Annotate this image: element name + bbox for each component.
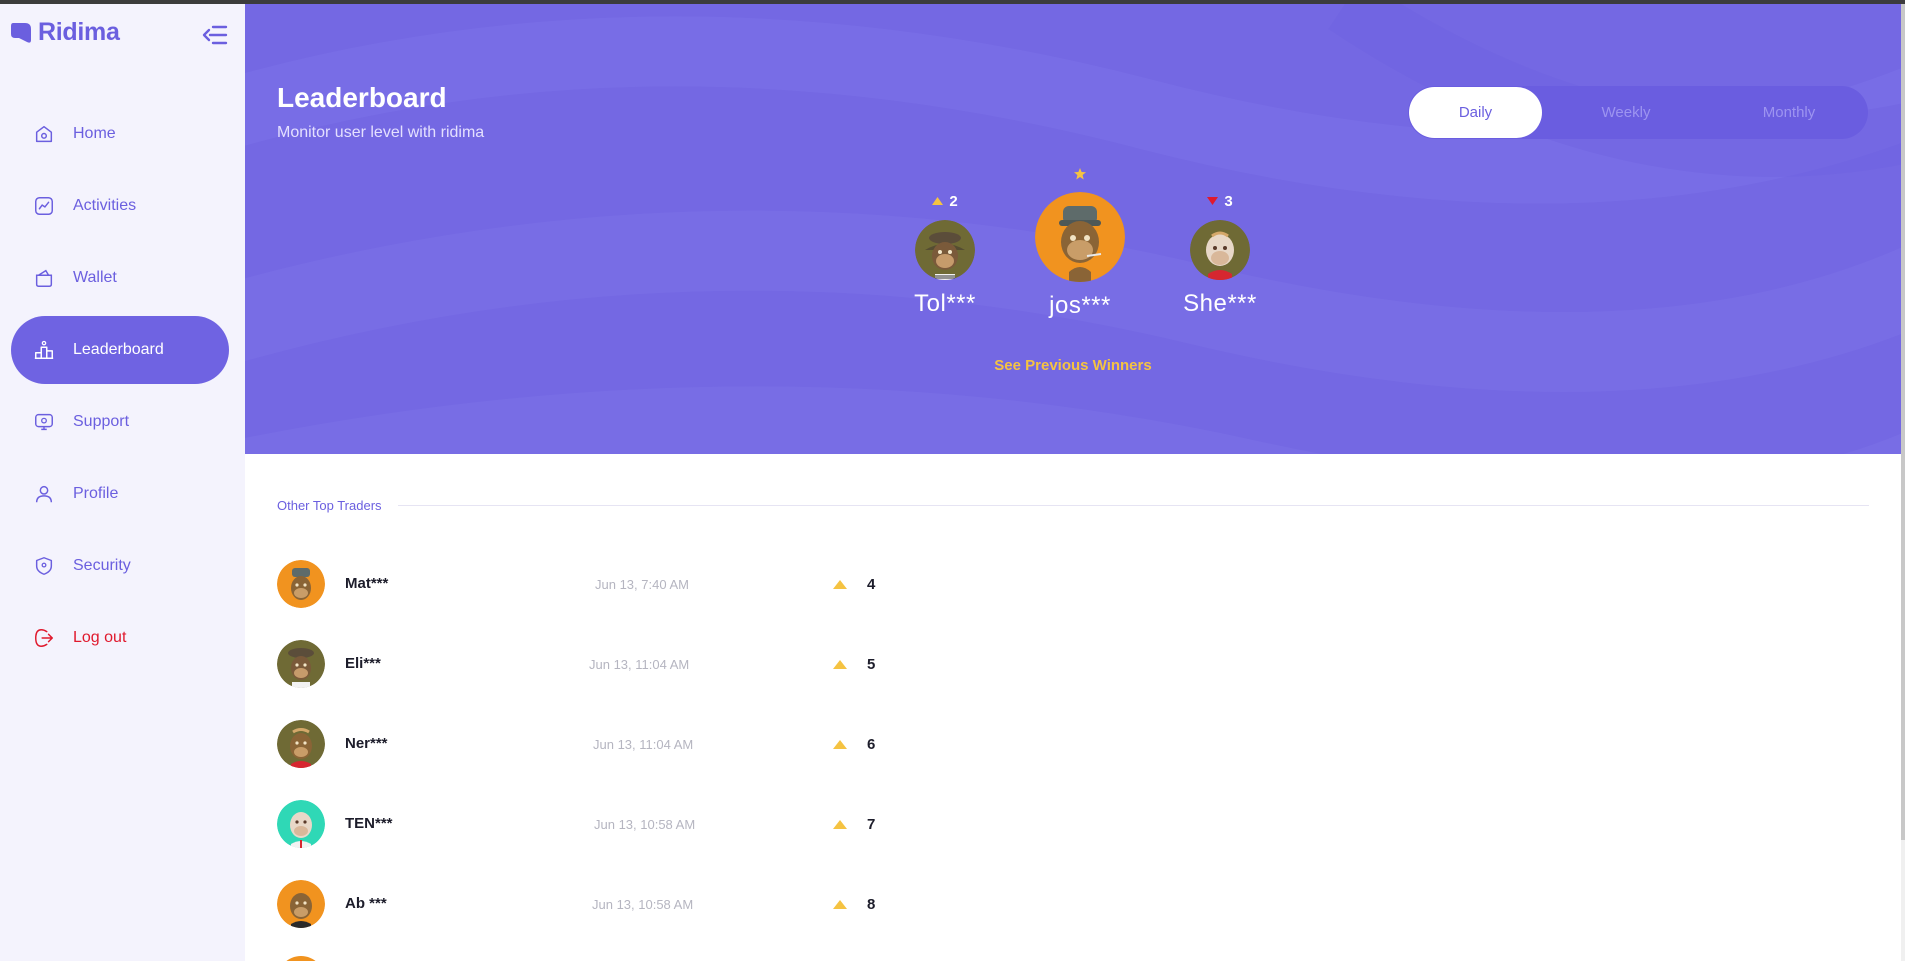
section-title: Other Top Traders — [277, 498, 382, 513]
tab-daily[interactable]: Daily — [1409, 87, 1542, 138]
trader-rank: 5 — [867, 656, 876, 673]
sidebar-nav: Home Activities Wallet Leaderboard Suppo… — [11, 100, 229, 676]
page-title: Leaderboard — [277, 82, 447, 113]
trend-up-icon — [833, 900, 847, 909]
user-icon — [35, 485, 53, 503]
period-toggle: Daily Weekly Monthly — [1408, 86, 1868, 139]
avatar — [277, 880, 325, 928]
app-logo[interactable]: Ridima — [10, 18, 120, 47]
trader-name: Ab *** — [345, 895, 387, 912]
podium-rank: 3 — [1224, 192, 1233, 210]
sidebar-item-security[interactable]: Security — [11, 532, 229, 600]
sidebar-item-label: Security — [73, 557, 131, 574]
page-subtitle: Monitor user level with ridima — [277, 124, 485, 141]
main-content: Leaderboard Monitor user level with ridi… — [245, 4, 1901, 961]
trader-time: Jun 13, 11:04 AM — [589, 657, 690, 672]
avatar — [277, 640, 325, 688]
podium-name: She*** — [1183, 290, 1257, 317]
trader-time: Jun 13, 11:04 AM — [593, 737, 694, 752]
rank-indicator: 2 — [885, 192, 1005, 210]
podium-name: jos*** — [1049, 292, 1111, 319]
trend-up-icon — [932, 197, 944, 205]
trader-time: Jun 13, 10:58 AM — [594, 817, 696, 832]
trader-name: Mat*** — [345, 575, 389, 592]
podium-name: Tol*** — [914, 290, 976, 317]
trend-down-icon — [1207, 197, 1219, 205]
sidebar-item-activities[interactable]: Activities — [11, 172, 229, 240]
table-row[interactable]: Mat*** Jun 13, 7:40 AM 4 — [277, 560, 977, 610]
see-previous-winners-link[interactable]: See Previous Winners — [245, 357, 1901, 374]
avatar — [277, 720, 325, 768]
crown-star-icon — [1074, 168, 1086, 180]
collapse-sidebar-icon[interactable] — [201, 20, 229, 50]
sidebar-item-label: Home — [73, 125, 116, 142]
podium-icon — [34, 340, 54, 359]
support-icon — [35, 413, 53, 431]
logout-icon — [35, 629, 53, 647]
avatar — [915, 220, 975, 280]
trader-time: Jun 13, 7:40 AM — [595, 577, 689, 592]
home-icon — [35, 125, 53, 143]
podium-second[interactable]: 2 Tol*** — [885, 192, 1005, 318]
avatar — [1190, 220, 1250, 280]
trader-name: Ner*** — [345, 735, 388, 752]
sidebar-item-support[interactable]: Support — [11, 388, 229, 456]
tab-monthly[interactable]: Monthly — [1710, 87, 1868, 138]
sidebar-item-label: Leaderboard — [73, 341, 164, 358]
scrollbar-thumb[interactable] — [1901, 4, 1905, 840]
table-row[interactable]: Ner*** Jun 13, 11:04 AM 6 — [277, 720, 977, 770]
trend-up-icon — [833, 740, 847, 749]
trader-rank: 8 — [867, 896, 876, 913]
trader-name: TEN*** — [345, 815, 393, 832]
app-name: Ridima — [38, 18, 120, 46]
leaderboard-hero: Leaderboard Monitor user level with ridi… — [245, 4, 1901, 454]
sidebar-item-home[interactable]: Home — [11, 100, 229, 168]
sidebar-item-wallet[interactable]: Wallet — [11, 244, 229, 312]
table-row[interactable]: Eli*** Jun 13, 11:04 AM 5 — [277, 640, 977, 690]
sidebar-item-logout[interactable]: Log out — [11, 604, 229, 672]
sidebar-item-label: Support — [73, 413, 130, 430]
trader-rank: 4 — [867, 576, 876, 593]
avatar — [286, 956, 316, 961]
trend-up-icon — [833, 660, 847, 669]
logo-icon — [11, 22, 31, 43]
avatar — [1035, 192, 1125, 282]
wallet-icon — [35, 269, 53, 287]
chart-icon — [35, 197, 53, 215]
trend-up-icon — [833, 820, 847, 829]
sidebar-item-label: Activities — [73, 197, 137, 214]
table-row[interactable]: TEN*** Jun 13, 10:58 AM 7 — [277, 800, 977, 850]
sidebar-item-label: Wallet — [73, 269, 117, 286]
trader-name: Eli*** — [345, 655, 381, 672]
trader-rank: 7 — [867, 816, 876, 833]
rank-indicator: 3 — [1155, 192, 1285, 210]
trend-up-icon — [833, 580, 847, 589]
shield-icon — [35, 557, 53, 575]
sidebar: Ridima Home Activities Wallet Leaderboar… — [0, 4, 245, 961]
tab-weekly[interactable]: Weekly — [1542, 87, 1710, 138]
table-row[interactable]: Ab *** Jun 13, 10:58 AM 8 — [277, 880, 977, 930]
sidebar-item-leaderboard[interactable]: Leaderboard — [11, 316, 229, 384]
avatar — [277, 560, 325, 608]
podium-first[interactable]: jos*** — [1020, 168, 1140, 320]
sidebar-item-label: Profile — [73, 485, 119, 502]
sidebar-item-profile[interactable]: Profile — [11, 460, 229, 528]
avatar — [277, 800, 325, 848]
other-traders-header: Other Top Traders — [277, 498, 1869, 513]
divider — [397, 505, 1869, 506]
sidebar-item-label: Log out — [73, 629, 127, 646]
podium-rank: 2 — [949, 192, 958, 210]
trader-time: Jun 13, 10:58 AM — [592, 897, 694, 912]
podium-third[interactable]: 3 She*** — [1155, 192, 1285, 318]
trader-rank: 6 — [867, 736, 876, 753]
